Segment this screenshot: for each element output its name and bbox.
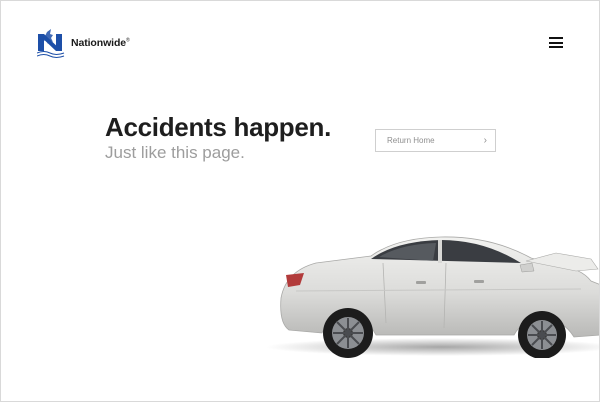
return-home-label: Return Home [387, 136, 435, 145]
car-front-wheel [518, 311, 566, 358]
hamburger-menu-icon-line [549, 41, 563, 44]
hamburger-menu-icon-line [549, 46, 563, 48]
error-page: Nationwide® Accidents happen. Just like … [0, 0, 600, 402]
nationwide-logo[interactable]: Nationwide® [37, 29, 130, 59]
subheadline: Just like this page. [105, 143, 245, 162]
car-door-handle [416, 281, 426, 284]
registered-mark: ® [126, 37, 130, 44]
car-illustration [266, 236, 599, 358]
menu-button[interactable] [549, 37, 563, 48]
hamburger-menu-icon [549, 37, 563, 39]
return-home-button[interactable]: Return Home › [375, 129, 496, 152]
chevron-right-icon: › [483, 134, 487, 146]
brand-name: Nationwide® [71, 37, 130, 49]
car-rear-wheel [323, 308, 373, 358]
car-door-pillar [438, 240, 442, 263]
headline: Accidents happen. [105, 112, 332, 142]
car-door-handle [474, 280, 484, 283]
nationwide-eagle-logo-icon [37, 29, 65, 58]
